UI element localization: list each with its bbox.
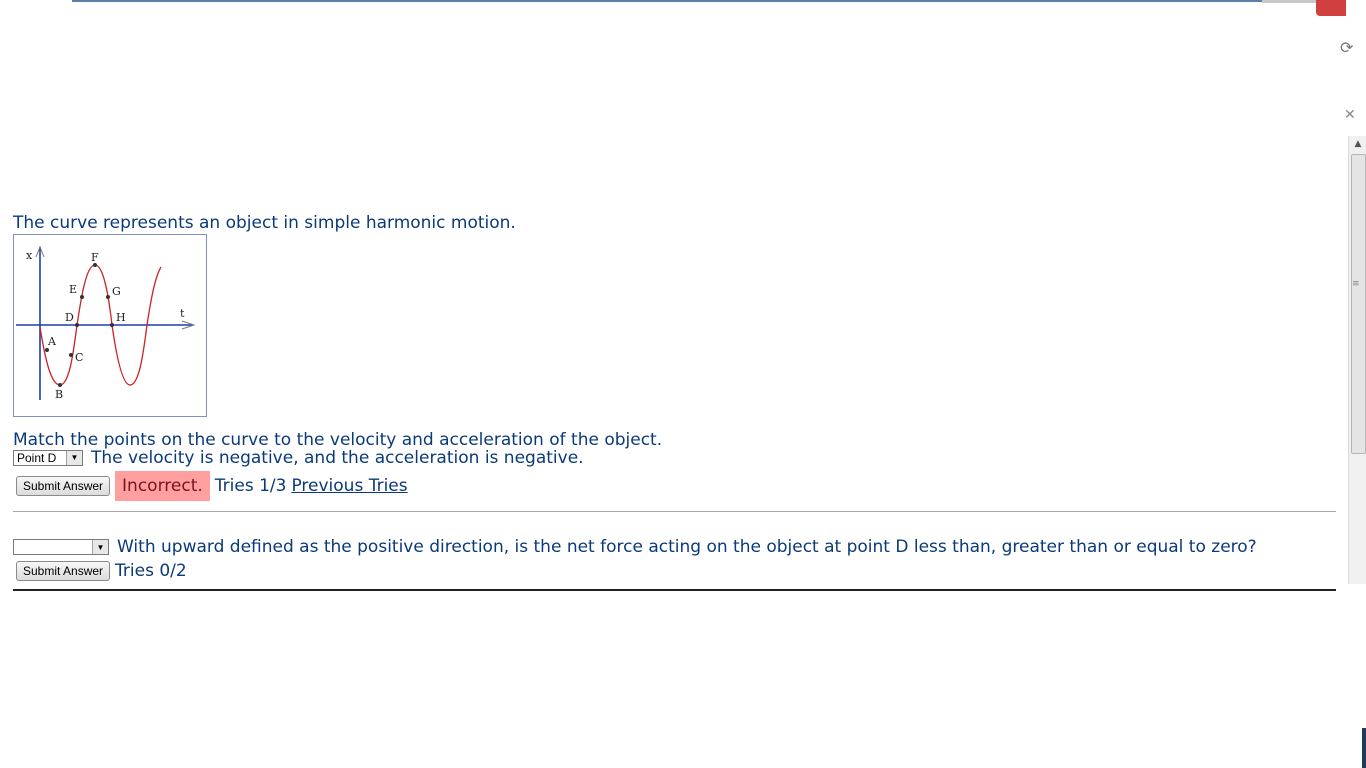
point-h-label: H <box>116 311 126 324</box>
question1-answer-row: Point D ▼ The velocity is negative, and … <box>13 449 1338 467</box>
point-e-marker <box>80 295 84 299</box>
problem-intro: The curve represents an object in simple… <box>13 213 516 233</box>
question2-block: ▼ With upward defined as the positive di… <box>13 537 1338 583</box>
point-h-marker <box>110 323 114 327</box>
point-g-label: G <box>112 285 121 298</box>
point-b-label: B <box>55 388 63 401</box>
question2-tries: Tries 0/2 <box>115 561 187 581</box>
axis-x-label: x <box>26 249 33 262</box>
top-window-border <box>72 0 1262 2</box>
chevron-down-icon[interactable]: ▼ <box>66 451 82 465</box>
point-b-marker <box>58 383 62 387</box>
point-select-dropdown[interactable]: Point D ▼ <box>13 450 83 466</box>
window-frame-edge <box>1262 0 1316 3</box>
point-d-marker <box>75 323 79 327</box>
scroll-up-icon[interactable]: ▲ <box>1349 136 1366 152</box>
point-a-label: A <box>47 335 57 348</box>
section-divider <box>13 511 1336 512</box>
submit-answer-button-q2[interactable]: Submit Answer <box>16 561 111 581</box>
problem-content: The curve represents an object in simple… <box>13 212 1338 591</box>
shm-graph: x t A B C D E F G H <box>13 234 207 417</box>
scroll-thumb[interactable] <box>1351 154 1366 454</box>
vertical-scrollbar[interactable]: ▲ ≡ <box>1348 136 1366 584</box>
point-g-marker <box>106 295 110 299</box>
incorrect-status-badge: Incorrect. <box>115 471 210 501</box>
question1-statement: The velocity is negative, and the accele… <box>91 448 584 468</box>
point-e-label: E <box>69 283 77 296</box>
point-f-label: F <box>91 251 99 264</box>
axis-t-label: t <box>180 307 185 320</box>
force-select-dropdown[interactable]: ▼ <box>13 539 109 555</box>
refresh-icon[interactable]: ⟳ <box>1340 38 1353 57</box>
question1-block: Match the points on the curve to the vel… <box>13 431 1338 501</box>
question2-row: ▼ With upward defined as the positive di… <box>13 537 1338 557</box>
point-c-marker <box>69 353 73 357</box>
point-c-label: C <box>75 351 83 364</box>
taskbar-edge <box>1362 728 1366 768</box>
shm-graph-svg: x t A B C D E F G H <box>16 245 196 401</box>
window-close-button[interactable] <box>1316 0 1346 16</box>
close-panel-icon[interactable]: ✕ <box>1344 107 1356 123</box>
scroll-grip-icon: ≡ <box>1352 279 1360 289</box>
point-d-label: D <box>65 311 74 324</box>
question1-prompt: Match the points on the curve to the vel… <box>13 430 663 450</box>
point-select-value: Point D <box>17 451 57 465</box>
question1-submit-row: Submit Answer Incorrect. Tries 1/3 Previ… <box>13 471 1338 501</box>
submit-answer-button-q1[interactable]: Submit Answer <box>16 476 111 496</box>
question2-prompt: With upward defined as the positive dire… <box>117 537 1257 557</box>
chevron-down-icon[interactable]: ▼ <box>92 540 108 554</box>
question1-tries: Tries 1/3 <box>214 476 287 496</box>
previous-tries-link[interactable]: Previous Tries <box>291 477 407 495</box>
bottom-border <box>13 589 1336 591</box>
question2-submit-row: Submit Answer Tries 0/2 <box>13 559 1338 583</box>
point-a-marker <box>45 348 49 352</box>
